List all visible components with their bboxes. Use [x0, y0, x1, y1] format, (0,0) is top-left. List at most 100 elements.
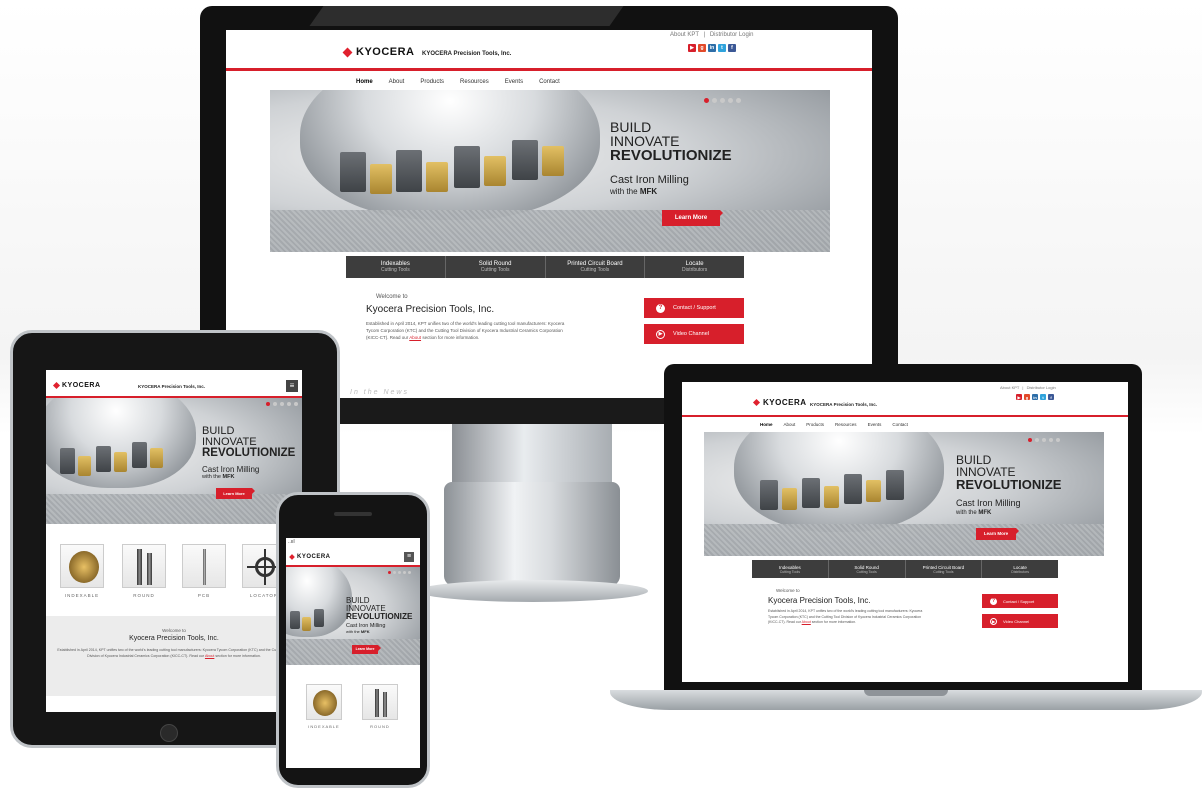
- slider-dot[interactable]: [280, 402, 284, 406]
- nav-about[interactable]: About: [784, 422, 796, 427]
- welcome-body-tail: section for more information.: [811, 620, 857, 624]
- category-pcb[interactable]: Printed Circuit Board Cutting Tools: [906, 560, 983, 578]
- nav-home[interactable]: Home: [356, 79, 373, 85]
- nav-resources[interactable]: Resources: [460, 79, 489, 85]
- contact-support-label: Contact / Support: [1003, 598, 1035, 604]
- nav-home[interactable]: Home: [760, 422, 773, 427]
- learn-more-button[interactable]: Learn More: [976, 528, 1019, 540]
- twitter-icon[interactable]: t: [1040, 394, 1046, 400]
- contact-support-button[interactable]: ? Contact / Support: [982, 594, 1058, 608]
- product-pcb[interactable]: PCB: [182, 544, 226, 598]
- nav-about[interactable]: About: [389, 79, 405, 85]
- product-label: ROUND: [370, 724, 390, 729]
- welcome-body: Established in April 2014, KPT unifies t…: [56, 648, 292, 659]
- slider-dot[interactable]: [1056, 438, 1060, 442]
- cutter-insert: [60, 448, 75, 474]
- linkedin-icon[interactable]: in: [1032, 394, 1038, 400]
- nav-contact[interactable]: Contact: [539, 79, 560, 85]
- product-round[interactable]: ROUND: [362, 684, 398, 729]
- learn-more-button[interactable]: Learn More: [352, 645, 381, 654]
- slider-dot[interactable]: [388, 571, 391, 574]
- slider-dot[interactable]: [294, 402, 298, 406]
- video-channel-button[interactable]: ▶ Video Channel: [982, 614, 1058, 628]
- google-plus-icon[interactable]: g: [698, 44, 706, 52]
- youtube-icon[interactable]: ▶: [1016, 394, 1022, 400]
- category-indexables[interactable]: Indexables Cutting Tools: [752, 560, 829, 578]
- hamburger-menu-icon[interactable]: ≡: [286, 380, 298, 392]
- contact-support-button[interactable]: ? Contact / Support: [644, 298, 744, 318]
- kyocera-logo[interactable]: KYOCERA: [52, 381, 101, 390]
- slider-dot[interactable]: [1049, 438, 1053, 442]
- about-section-link[interactable]: About: [409, 335, 421, 340]
- nav-events[interactable]: Events: [505, 79, 523, 85]
- about-kpt-link[interactable]: About KPT: [670, 32, 699, 38]
- slider-dot[interactable]: [398, 571, 401, 574]
- tablet-home-button[interactable]: [160, 724, 178, 742]
- learn-more-button[interactable]: Learn More: [662, 210, 723, 226]
- about-section-link[interactable]: About: [205, 654, 214, 658]
- facebook-icon[interactable]: f: [728, 44, 736, 52]
- monitor-neck: [452, 424, 612, 484]
- company-name: KYOCERA Precision Tools, Inc.: [138, 384, 206, 389]
- cutter-insert: [314, 609, 324, 627]
- slider-dot[interactable]: [728, 98, 733, 103]
- category-indexables[interactable]: Indexables Cutting Tools: [346, 256, 446, 278]
- slider-dot[interactable]: [1035, 438, 1039, 442]
- indexable-cutter-shape: [313, 690, 337, 716]
- kyocera-logo[interactable]: KYOCERA: [342, 46, 415, 58]
- cutter-insert: [302, 617, 311, 631]
- product-indexable[interactable]: INDEXABLE: [306, 684, 342, 729]
- category-solid-round[interactable]: Solid Round Cutting Tools: [446, 256, 546, 278]
- google-plus-icon[interactable]: g: [1024, 394, 1030, 400]
- nav-resources[interactable]: Resources: [835, 422, 857, 427]
- hamburger-menu-icon[interactable]: ≡: [404, 552, 414, 562]
- video-channel-button[interactable]: ▶ Video Channel: [644, 324, 744, 344]
- nav-contact[interactable]: Contact: [892, 422, 908, 427]
- category-solid-round[interactable]: Solid Round Cutting Tools: [829, 560, 906, 578]
- slider-dot[interactable]: [273, 402, 277, 406]
- facebook-icon[interactable]: f: [1048, 394, 1054, 400]
- linkedin-icon[interactable]: in: [708, 44, 716, 52]
- slider-dot[interactable]: [712, 98, 717, 103]
- welcome-title: Kyocera Precision Tools, Inc.: [768, 596, 871, 605]
- category-locate-distributors[interactable]: Locate Distributors: [982, 560, 1058, 578]
- slider-dot[interactable]: [736, 98, 741, 103]
- hero-sub-cast-iron: Cast Iron Milling: [610, 174, 689, 186]
- slider-dot[interactable]: [720, 98, 725, 103]
- cast-iron-surface: [270, 210, 830, 252]
- hero-banner: BUILD INNOVATE REVOLUTIONIZE Cast Iron M…: [286, 567, 420, 665]
- slider-dot[interactable]: [393, 571, 396, 574]
- hero-banner: BUILD INNOVATE REVOLUTIONIZE Cast Iron M…: [704, 432, 1104, 556]
- slider-dot[interactable]: [1028, 438, 1032, 442]
- product-round[interactable]: ROUND: [122, 544, 166, 598]
- about-section-link[interactable]: About: [802, 620, 811, 624]
- product-indexable[interactable]: INDEXABLE: [60, 544, 104, 598]
- header-red-line: [226, 68, 872, 71]
- nav-products[interactable]: Products: [420, 79, 444, 85]
- twitter-icon[interactable]: t: [718, 44, 726, 52]
- cutter-insert: [114, 452, 127, 472]
- slider-dot[interactable]: [1042, 438, 1046, 442]
- cutter-insert: [96, 446, 111, 472]
- hero-banner: BUILD INNOVATE REVOLUTIONIZE Cast Iron M…: [270, 90, 830, 252]
- slider-dot[interactable]: [266, 402, 270, 406]
- welcome-body: Established in April 2014, KPT unifies t…: [768, 609, 928, 626]
- slider-dot[interactable]: [408, 571, 411, 574]
- hero-headline: BUILD INNOVATE REVOLUTIONIZE Cast Iron M…: [956, 454, 1061, 516]
- slider-dot[interactable]: [287, 402, 291, 406]
- learn-more-button[interactable]: Learn More: [216, 488, 255, 499]
- round-tool-image: [122, 544, 166, 588]
- slider-dot[interactable]: [704, 98, 709, 103]
- category-locate-distributors[interactable]: Locate Distributors: [645, 256, 744, 278]
- youtube-icon[interactable]: ▶: [688, 44, 696, 52]
- slider-dot[interactable]: [403, 571, 406, 574]
- cutter-insert: [290, 611, 300, 629]
- kyocera-logo[interactable]: KYOCERA: [752, 398, 807, 407]
- kyocera-logo[interactable]: KYOCERA: [289, 554, 331, 560]
- distributor-login-link[interactable]: Distributor Login: [710, 32, 754, 38]
- about-kpt-link[interactable]: About KPT: [1000, 385, 1019, 390]
- category-pcb[interactable]: Printed Circuit Board Cutting Tools: [546, 256, 646, 278]
- nav-events[interactable]: Events: [868, 422, 882, 427]
- distributor-login-link[interactable]: Distributor Login: [1027, 385, 1056, 390]
- nav-products[interactable]: Products: [806, 422, 824, 427]
